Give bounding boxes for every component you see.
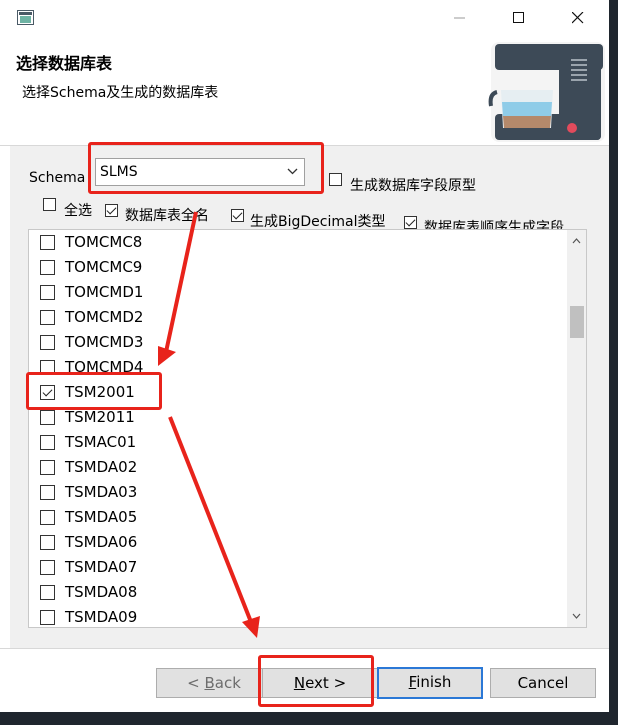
page-title: 选择数据库表 [16, 54, 113, 73]
table-row-checkbox[interactable] [40, 235, 55, 250]
table-row-checkbox[interactable] [40, 485, 55, 500]
table-row-name: TSMDA09 [65, 608, 138, 626]
table-row-checkbox[interactable] [40, 310, 55, 325]
table-row-checkbox[interactable] [40, 435, 55, 450]
close-button[interactable] [555, 0, 601, 36]
table-row[interactable]: TSMDA08 [29, 580, 564, 605]
table-row-checkbox[interactable] [40, 585, 55, 600]
table-row-name: TOMCMD3 [65, 333, 144, 351]
table-row-name: TSMAC01 [65, 433, 137, 451]
prototype-fields-label: 生成数据库字段原型 [350, 178, 476, 194]
app-icon [17, 10, 34, 25]
table-row[interactable]: TOMCMD2 [29, 305, 564, 330]
table-row[interactable]: TSMAC01 [29, 430, 564, 455]
minimize-icon [454, 17, 465, 19]
table-row[interactable]: TSMDA09 [29, 605, 564, 627]
table-row[interactable]: TSMDA03 [29, 480, 564, 505]
finish-button-rest: inish [416, 673, 452, 691]
coffee-maker-icon [488, 42, 605, 142]
table-row-checkbox[interactable] [40, 535, 55, 550]
table-row-name: TSMDA08 [65, 583, 138, 601]
table-row[interactable]: TOMCMC8 [29, 230, 564, 255]
minimize-button[interactable] [437, 0, 483, 36]
cancel-button-label: Cancel [517, 674, 569, 692]
wizard-window: 选择数据库表 选择Schema及生成的数据库表 Schema SLMS 生成数据… [0, 0, 609, 712]
scroll-down-icon[interactable] [572, 613, 581, 619]
table-row[interactable]: TSMDA05 [29, 505, 564, 530]
schema-highlight-box [88, 142, 324, 194]
table-row[interactable]: TOMCMD3 [29, 330, 564, 355]
next-highlight-box [258, 655, 374, 707]
table-row-checkbox[interactable] [40, 460, 55, 475]
maximize-button[interactable] [496, 0, 542, 36]
select-all-label: 全选 [64, 203, 92, 219]
table-row[interactable]: TSMDA02 [29, 455, 564, 480]
table-row-checkbox[interactable] [40, 410, 55, 425]
field-order-checkbox[interactable] [404, 216, 417, 229]
table-row[interactable]: TOMCMD1 [29, 280, 564, 305]
table-row-checkbox[interactable] [40, 260, 55, 275]
back-button-prefix: < [187, 674, 205, 692]
table-row[interactable]: TOMCMC9 [29, 255, 564, 280]
table-row-name: TOMCMC8 [65, 233, 143, 251]
schema-label: Schema [29, 170, 86, 186]
cancel-button[interactable]: Cancel [490, 668, 596, 698]
list-scrollbar[interactable] [567, 230, 586, 627]
page-subtitle: 选择Schema及生成的数据库表 [22, 85, 219, 101]
close-icon [572, 12, 584, 24]
maximize-icon [513, 12, 524, 23]
back-button-mnemonic: B [204, 674, 215, 692]
table-row-checkbox[interactable] [40, 610, 55, 625]
full-table-name-label: 数据库表全名 [125, 208, 209, 224]
selected-row-highlight-box [26, 372, 162, 410]
table-row-name: TSMDA03 [65, 483, 138, 501]
table-row-checkbox[interactable] [40, 510, 55, 525]
finish-button[interactable]: Finish [377, 667, 483, 699]
back-button[interactable]: < Back [156, 668, 272, 698]
full-table-name-checkbox[interactable] [105, 204, 118, 217]
scrollbar-thumb[interactable] [570, 306, 584, 338]
title-bar [0, 0, 609, 36]
table-row-name: TSM2011 [65, 408, 135, 426]
table-row-checkbox[interactable] [40, 335, 55, 350]
table-row-name: TSMDA05 [65, 508, 138, 526]
table-row-name: TOMCMC9 [65, 258, 143, 276]
footer-separator [0, 648, 609, 649]
table-row-checkbox[interactable] [40, 285, 55, 300]
prototype-fields-checkbox[interactable] [329, 173, 342, 186]
table-list[interactable]: TOMCMC8 TOMCMC9 TOMCMD1 TOMCMD2 TOMCMD3 TOMCM… [28, 229, 587, 628]
scroll-up-icon[interactable] [572, 238, 581, 244]
table-row-name: TSMDA06 [65, 533, 138, 551]
table-row-name: TSMDA02 [65, 458, 138, 476]
table-row-checkbox[interactable] [40, 560, 55, 575]
bigdecimal-label: 生成BigDecimal类型 [250, 214, 386, 230]
bigdecimal-checkbox[interactable] [231, 209, 244, 222]
table-row[interactable]: TSMDA06 [29, 530, 564, 555]
table-row[interactable]: TSMDA07 [29, 555, 564, 580]
table-row-name: TOMCMD2 [65, 308, 144, 326]
select-all-checkbox[interactable] [43, 198, 56, 211]
table-row-name: TSMDA07 [65, 558, 138, 576]
back-button-rest: ack [214, 674, 241, 692]
table-row-name: TOMCMD1 [65, 283, 144, 301]
